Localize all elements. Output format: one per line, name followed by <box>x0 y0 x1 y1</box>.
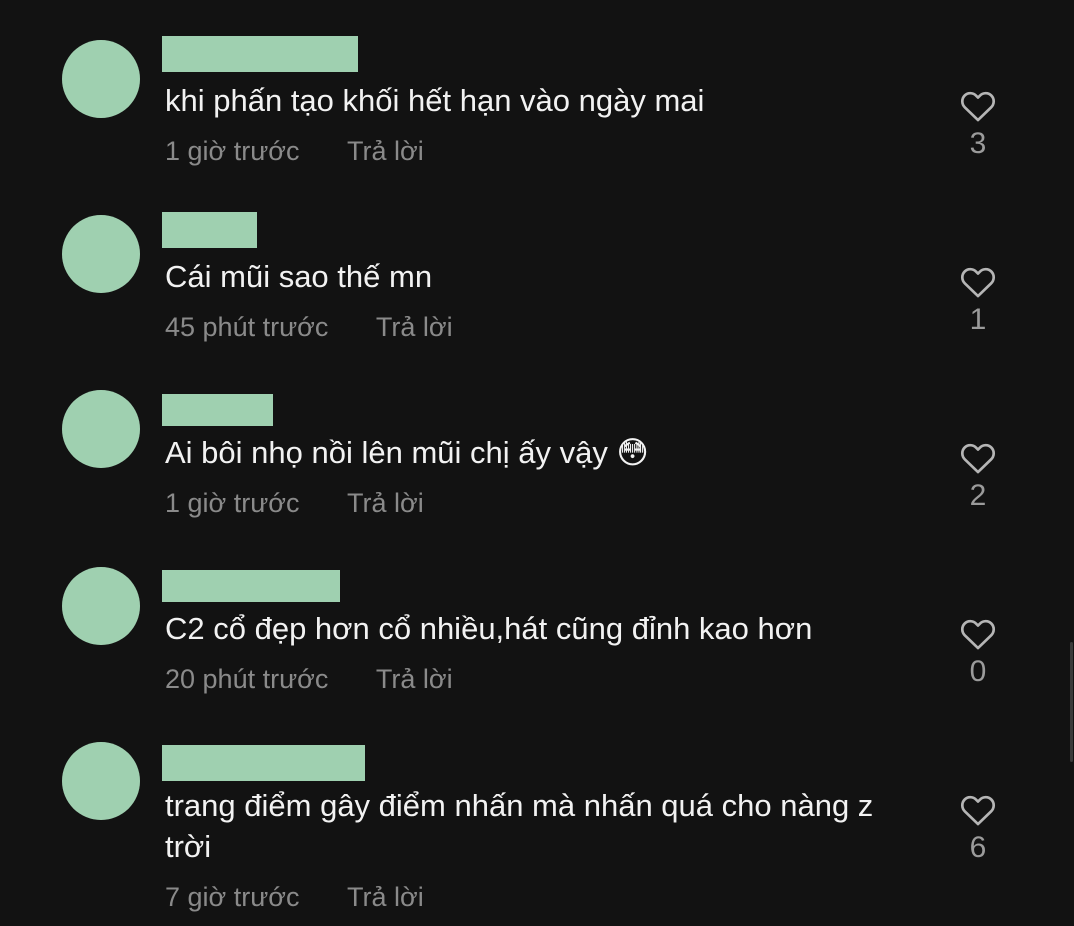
like-count: 2 <box>969 479 987 512</box>
avatar[interactable] <box>62 742 140 820</box>
comment-time: 20 phút trước <box>165 664 329 694</box>
reply-button[interactable]: Trả lời <box>347 882 424 912</box>
like-button[interactable]: 3 <box>948 87 1008 161</box>
scrollbar[interactable] <box>1070 642 1073 762</box>
heart-outline-icon <box>960 267 996 298</box>
comment-meta: 45 phút trước Trả lời <box>165 311 453 343</box>
avatar[interactable] <box>62 567 140 645</box>
reply-button[interactable]: Trả lời <box>376 664 453 694</box>
username-redaction[interactable] <box>162 212 257 248</box>
like-button[interactable]: 1 <box>948 263 1008 337</box>
like-button[interactable]: 6 <box>948 791 1008 865</box>
heart-outline-icon <box>960 795 996 826</box>
comment-meta: 20 phút trước Trả lời <box>165 663 453 695</box>
comment-text: Cái mũi sao thế mn <box>165 259 433 294</box>
comment-time: 7 giờ trước <box>165 882 300 912</box>
comment-text: trang điểm gây điểm nhấn mà nhấn quá cho… <box>165 788 874 864</box>
heart-outline-icon <box>960 91 996 122</box>
reply-button[interactable]: Trả lời <box>347 488 424 518</box>
username-redaction[interactable] <box>162 570 340 602</box>
heart-outline-icon <box>960 443 996 474</box>
comment-text: khi phấn tạo khối hết hạn vào ngày mai <box>165 83 705 118</box>
username-redaction[interactable] <box>162 36 358 72</box>
comment-time: 1 giờ trước <box>165 136 300 166</box>
avatar[interactable] <box>62 215 140 293</box>
reply-button[interactable]: Trả lời <box>376 312 453 342</box>
comment-meta: 1 giờ trước Trả lời <box>165 487 424 519</box>
comment-time: 45 phút trước <box>165 312 329 342</box>
comment-meta: 1 giờ trước Trả lời <box>165 135 424 167</box>
avatar-redaction <box>62 742 140 820</box>
like-button[interactable]: 0 <box>948 615 1008 689</box>
reply-button[interactable]: Trả lời <box>347 136 424 166</box>
comment-text: C2 cổ đẹp hơn cổ nhiều,hát cũng đỉnh kao… <box>165 611 813 646</box>
comment-time: 1 giờ trước <box>165 488 300 518</box>
like-count: 3 <box>969 127 987 160</box>
username-redaction[interactable] <box>162 745 365 781</box>
comment-text: Ai bôi nhọ nồi lên mũi chị ấy vậy 😳 <box>165 435 649 470</box>
username-redaction[interactable] <box>162 394 273 426</box>
comment-meta: 7 giờ trước Trả lời <box>165 881 424 913</box>
like-count: 0 <box>969 655 987 688</box>
avatar-redaction <box>62 567 140 645</box>
heart-outline-icon <box>960 619 996 650</box>
avatar-redaction <box>62 40 140 118</box>
avatar[interactable] <box>62 40 140 118</box>
avatar-redaction <box>62 390 140 468</box>
like-count: 6 <box>969 831 987 864</box>
like-count: 1 <box>969 303 987 336</box>
avatar-redaction <box>62 215 140 293</box>
avatar[interactable] <box>62 390 140 468</box>
like-button[interactable]: 2 <box>948 439 1008 513</box>
